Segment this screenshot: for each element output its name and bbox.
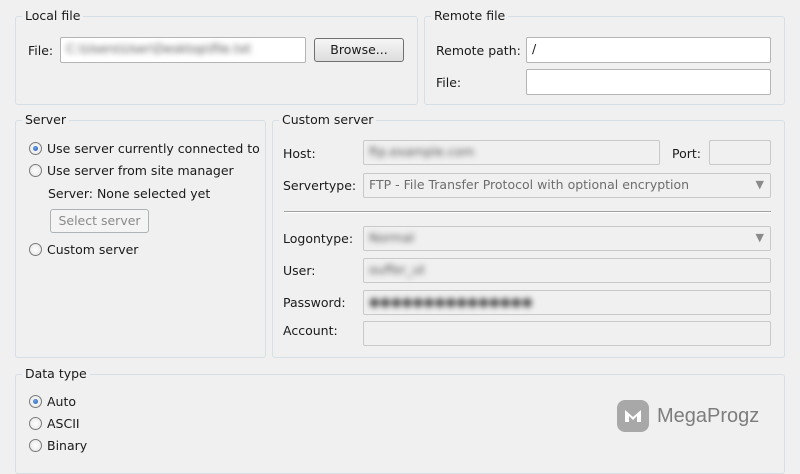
port-input[interactable]	[709, 140, 771, 165]
radio-button-icon[interactable]	[29, 164, 42, 177]
remote-file-input[interactable]	[526, 69, 771, 95]
remote-file-title: Remote file	[431, 8, 509, 23]
servertype-label: Servertype:	[283, 178, 357, 193]
server-status-text: Server: None selected yet	[48, 186, 211, 201]
password-input[interactable]: ●●●●●●●●●●●●●●●	[363, 290, 771, 315]
radio-data-type-auto[interactable]: Auto	[29, 394, 76, 409]
radio-label: Use server currently connected to	[47, 141, 260, 156]
account-label: Account:	[283, 323, 338, 338]
radio-use-current-server[interactable]: Use server currently connected to	[29, 141, 260, 156]
radio-label: Auto	[47, 394, 77, 409]
user-value: ouffer_ut	[369, 262, 426, 277]
custom-server-divider	[284, 211, 771, 213]
radio-data-type-ascii[interactable]: ASCII	[29, 416, 80, 431]
local-file-value: C:\Users\User\Desktop\file.txt	[66, 41, 252, 56]
remote-path-input[interactable]: /	[526, 37, 771, 63]
radio-label: Binary	[47, 438, 88, 453]
radio-button-icon[interactable]	[29, 395, 42, 408]
user-label: User:	[283, 263, 316, 278]
servertype-value: FTP - File Transfer Protocol with option…	[369, 177, 690, 192]
password-value: ●●●●●●●●●●●●●●●	[369, 294, 533, 309]
remote-file-label: File:	[436, 75, 462, 90]
radio-button-icon[interactable]	[29, 417, 42, 430]
account-input[interactable]	[363, 321, 771, 346]
servertype-select[interactable]: FTP - File Transfer Protocol with option…	[363, 173, 771, 198]
logontype-value: Normal	[369, 230, 415, 245]
logontype-label: Logontype:	[283, 231, 354, 246]
custom-server-title: Custom server	[279, 112, 377, 127]
chevron-down-icon[interactable]: ▼	[756, 227, 764, 249]
server-title: Server	[22, 112, 69, 127]
local-file-label: File:	[28, 43, 54, 58]
host-input[interactable]: ftp.example.com	[363, 140, 660, 165]
local-file-title: Local file	[22, 8, 84, 23]
watermark-text: MegaProgz	[657, 404, 760, 427]
password-label: Password:	[283, 295, 346, 310]
remote-path-value: /	[532, 41, 537, 56]
radio-data-type-binary[interactable]: Binary	[29, 438, 87, 453]
megaprogz-logo-icon	[617, 400, 649, 432]
port-label: Port:	[672, 146, 701, 161]
remote-path-label: Remote path:	[436, 43, 521, 58]
radio-custom-server[interactable]: Custom server	[29, 242, 138, 257]
radio-button-icon[interactable]	[29, 142, 42, 155]
host-label: Host:	[283, 146, 316, 161]
radio-label: Use server from site manager	[47, 163, 234, 178]
radio-button-icon[interactable]	[29, 439, 42, 452]
logontype-select[interactable]: Normal ▼	[363, 226, 771, 251]
watermark: MegaProgz	[617, 400, 759, 432]
host-value: ftp.example.com	[369, 144, 475, 159]
radio-label: Custom server	[47, 242, 139, 257]
browse-button[interactable]: Browse...	[314, 38, 404, 62]
radio-label: ASCII	[47, 416, 80, 431]
chevron-down-icon[interactable]: ▼	[756, 174, 764, 196]
select-server-button[interactable]: Select server	[50, 209, 149, 233]
data-type-title: Data type	[22, 366, 90, 381]
radio-button-icon[interactable]	[29, 243, 42, 256]
radio-use-site-manager-server[interactable]: Use server from site manager	[29, 163, 234, 178]
local-file-input[interactable]: C:\Users\User\Desktop\file.txt	[60, 37, 306, 63]
user-input[interactable]: ouffer_ut	[363, 258, 771, 283]
